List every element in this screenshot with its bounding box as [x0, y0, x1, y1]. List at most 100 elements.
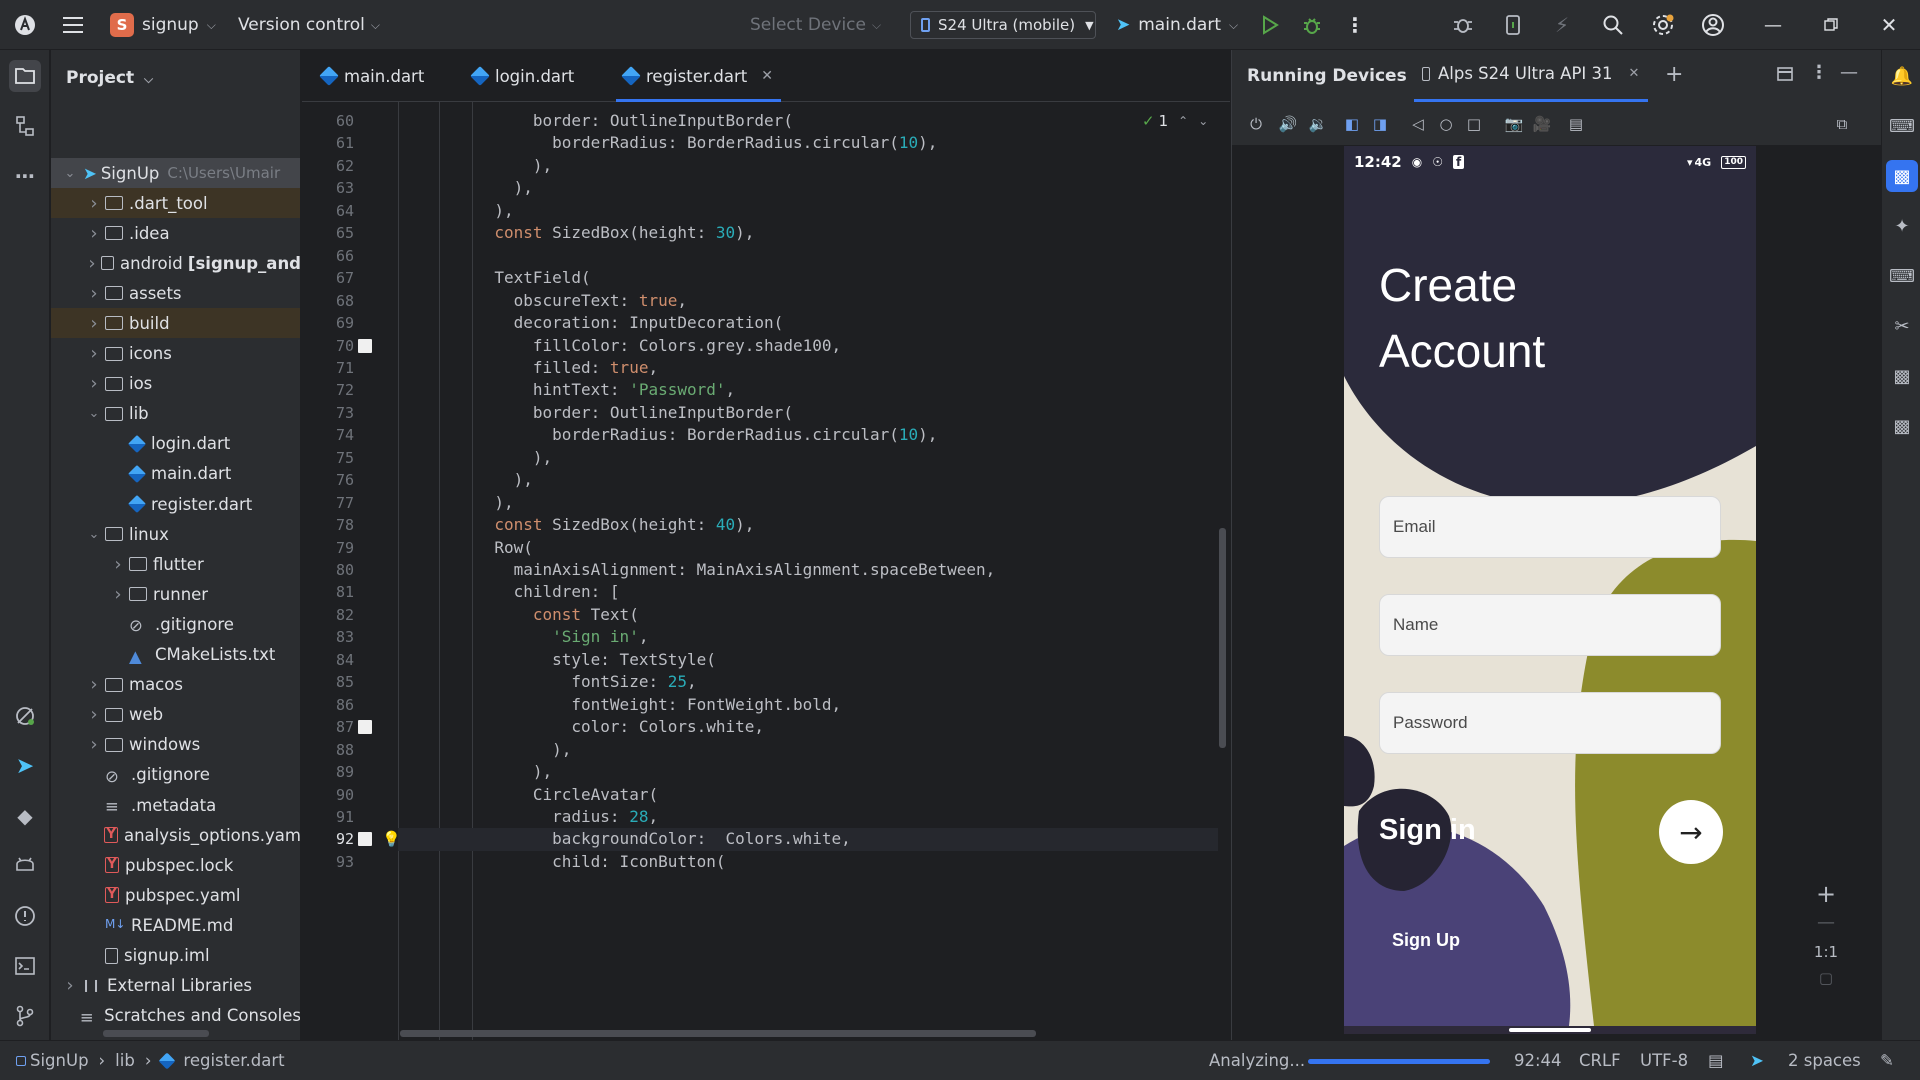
file-encoding[interactable]: UTF-8 — [1640, 1051, 1688, 1070]
device-selector[interactable]: S24 Ultra (mobile) ▼ — [910, 11, 1096, 39]
line-separator[interactable]: CRLF — [1579, 1051, 1621, 1070]
gemini-icon[interactable]: ✦ — [1886, 210, 1918, 242]
tree-item[interactable]: ⌄ linux — [51, 519, 300, 549]
screen-record-icon[interactable]: 🎥 — [1532, 114, 1552, 134]
tree-item[interactable]: ▲ CMakeLists.txt — [51, 640, 300, 670]
tree-item[interactable]: register.dart — [51, 489, 300, 519]
close-window-icon[interactable]: ✕ — [1876, 12, 1902, 38]
tree-item[interactable]: ≡ .metadata — [51, 790, 300, 820]
tree-item[interactable]: › macos — [51, 670, 300, 700]
main-menu-icon[interactable] — [60, 12, 86, 38]
debug-icon[interactable] — [1299, 12, 1325, 38]
home-icon[interactable]: ○ — [1436, 114, 1456, 134]
password-field[interactable]: Password — [1379, 692, 1721, 754]
hide-panel-icon[interactable]: — — [1840, 62, 1858, 83]
breadcrumb-file[interactable]: register.dart — [183, 1051, 284, 1070]
device-mirroring-icon[interactable]: ⧉ — [1832, 114, 1852, 134]
tree-item[interactable]: › ios — [51, 369, 300, 399]
zoom-actual-size[interactable]: 1:1 — [1806, 943, 1846, 961]
tree-item[interactable]: › assets — [51, 278, 300, 308]
more-vertical-icon[interactable]: ⋮ — [1342, 12, 1368, 38]
vcs-widget[interactable]: Version control ⌵ — [238, 0, 380, 50]
breadcrumb-dir[interactable]: lib — [115, 1051, 135, 1070]
tree-item[interactable]: Yanalysis_options.yam — [51, 820, 300, 850]
tree-item[interactable]: signup.iml — [51, 941, 300, 971]
tree-item[interactable]: › flutter — [51, 549, 300, 579]
device-screen[interactable]: 12:42 ◉ ☉ f ▾ 4G 100 Create Account Emai… — [1344, 146, 1756, 1034]
tree-item[interactable]: ≡ Scratches and Consoles — [51, 1001, 300, 1031]
tree-item[interactable]: M↓ README.md — [51, 910, 300, 940]
tree-item[interactable]: › build — [51, 308, 300, 339]
add-device-icon[interactable]: + — [1665, 62, 1683, 87]
indent-setting[interactable]: 2 spaces — [1788, 1051, 1861, 1070]
bookmark-marker-icon[interactable] — [358, 338, 372, 353]
line-number-gutter[interactable]: 60 61 62 63 64 65 66 67 68 69 70 71 72 73 74 75 76 77 78 79… — [302, 102, 401, 1040]
zoom-out-icon[interactable]: — — [1806, 912, 1846, 933]
code-area[interactable]: border: OutlineInputBorder( borderRadius… — [398, 102, 1218, 1040]
project-widget[interactable]: S signup ⌵ — [110, 0, 216, 50]
tab-main-dart[interactable]: main.dart — [319, 50, 424, 102]
terminal-icon[interactable] — [9, 950, 41, 982]
volume-down-icon[interactable]: 🔉 — [1308, 114, 1328, 134]
close-tab-icon[interactable]: ✕ — [1629, 66, 1640, 81]
flutter-status-icon[interactable]: ➤ — [1750, 1051, 1764, 1070]
caret-position[interactable]: 92:44 — [1514, 1051, 1562, 1070]
zoom-fit-icon[interactable]: ▢ — [1806, 969, 1846, 987]
zoom-in-icon[interactable]: + — [1806, 880, 1846, 908]
flutter-outline-icon[interactable]: ➤ — [9, 750, 41, 782]
tree-root[interactable]: ⌄ ➤ SignUp C:\Users\Umair — [51, 158, 300, 188]
name-field[interactable]: Name — [1379, 594, 1721, 656]
bookmark-marker-icon[interactable] — [358, 720, 372, 735]
sign-in-arrow-button[interactable]: → — [1659, 800, 1723, 864]
project-panel-title[interactable]: Project ⌵ — [66, 68, 153, 88]
tree-item[interactable]: Ypubspec.lock — [51, 850, 300, 880]
settings-gear-icon[interactable] — [1650, 12, 1676, 38]
tree-item[interactable]: › web — [51, 700, 300, 730]
logcat-icon[interactable] — [9, 850, 41, 882]
rotate-right-icon[interactable]: ◨ — [1370, 114, 1390, 134]
tree-item[interactable]: ⊘ .gitignore — [51, 760, 300, 790]
git-branch-icon[interactable] — [9, 1000, 41, 1032]
project-tool-icon[interactable] — [9, 60, 41, 92]
running-devices-tool-icon[interactable]: ▩ — [1886, 160, 1918, 192]
tree-item[interactable]: Ypubspec.yaml — [51, 880, 300, 910]
tree-item[interactable]: › runner — [51, 579, 300, 609]
gesture-home-bar[interactable] — [1509, 1028, 1591, 1032]
tree-item[interactable]: ⌄ lib — [51, 399, 300, 429]
device-tab[interactable]: Alps S24 Ultra API 31 ✕ — [1422, 64, 1639, 83]
attach-debugger-icon[interactable] — [1450, 12, 1476, 38]
breadcrumb-project[interactable]: SignUp — [30, 1051, 89, 1070]
flutter-inspector-icon[interactable] — [9, 700, 41, 732]
back-icon[interactable]: ◁ — [1408, 114, 1428, 134]
more-tools-icon[interactable]: ⋯ — [9, 160, 41, 192]
volume-up-icon[interactable]: 🔊 — [1278, 114, 1298, 134]
gradle-icon[interactable]: ⌨ — [1886, 110, 1918, 142]
screenshot-icon[interactable]: 📷 — [1504, 114, 1524, 134]
power-icon[interactable]: ⏻ — [1246, 114, 1266, 134]
minimize-icon[interactable]: — — [1760, 12, 1786, 38]
reader-mode-icon[interactable]: ▤ — [1708, 1051, 1724, 1070]
restore-icon[interactable] — [1818, 12, 1844, 38]
editor-horizontal-scrollbar[interactable] — [400, 1030, 1036, 1037]
scissors-icon[interactable]: ✂ — [1886, 310, 1918, 342]
search-icon[interactable] — [1600, 12, 1626, 38]
editor-vertical-scrollbar[interactable] — [1219, 528, 1226, 748]
layout-inspector-icon[interactable]: ▩ — [1886, 410, 1918, 442]
email-field[interactable]: Email — [1379, 496, 1721, 558]
bookmark-marker-icon[interactable] — [358, 832, 372, 847]
tree-item[interactable]: › ❙❙ External Libraries — [51, 971, 300, 1001]
tree-item[interactable]: login.dart — [51, 429, 300, 459]
tree-item[interactable]: main.dart — [51, 459, 300, 489]
tab-login-dart[interactable]: login.dart — [470, 50, 574, 102]
tab-register-dart[interactable]: register.dart ✕ — [616, 50, 781, 102]
tree-item[interactable]: ⊘ .gitignore — [51, 609, 300, 639]
run-config-selector[interactable]: ➤ main.dart ⌵ — [1116, 0, 1238, 50]
account-icon[interactable] — [1700, 12, 1726, 38]
tree-item[interactable]: › windows — [51, 730, 300, 760]
notifications-icon[interactable]: 🔔 — [1886, 60, 1918, 92]
structure-tool-icon[interactable] — [9, 110, 41, 142]
tree-item[interactable]: › icons — [51, 339, 300, 369]
problems-icon[interactable] — [9, 900, 41, 932]
tree-item[interactable]: › .idea — [51, 218, 300, 248]
sign-up-link[interactable]: Sign Up — [1392, 930, 1460, 951]
